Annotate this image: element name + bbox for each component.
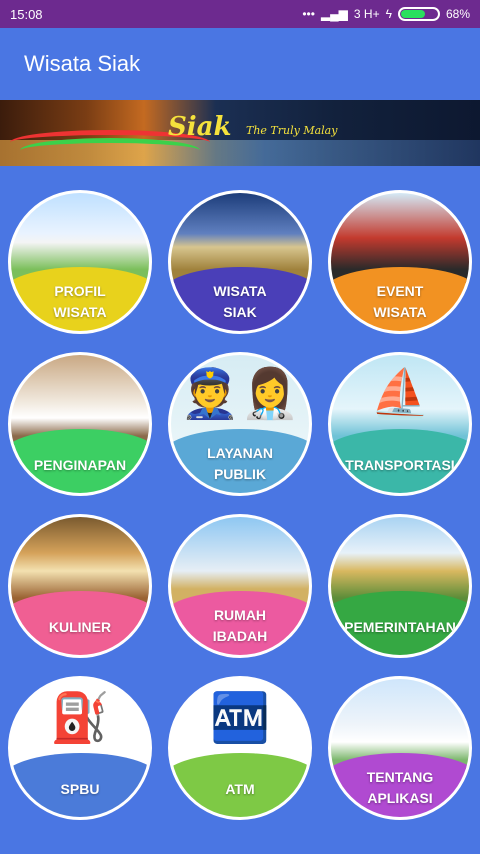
menu-tile-pemerintahan[interactable]: PEMERINTAHAN xyxy=(328,514,472,658)
officers-icon: 👮👩‍⚕️ xyxy=(180,368,300,421)
tile-label-line2: PUBLIK xyxy=(213,466,267,482)
tile-label-line1: KULINER xyxy=(48,619,112,635)
tile-label-line1: LAYANAN xyxy=(207,445,273,461)
charging-icon: ϟ xyxy=(385,7,392,21)
menu-tile-wisata-siak[interactable]: WISATA SIAK xyxy=(168,190,312,334)
notification-dots-icon: ••• xyxy=(302,7,315,21)
tile-label-line1: TENTANG xyxy=(366,769,434,785)
tile-label-line1: SPBU xyxy=(60,781,100,797)
app-bar: Wisata Siak xyxy=(0,28,480,100)
header-banner: Siak The Truly Malay xyxy=(0,100,480,166)
menu-tile-transportasi[interactable]: ⛵ TRANSPORTASI xyxy=(328,352,472,496)
tile-label-line1: EVENT xyxy=(376,283,424,299)
tile-label-line1: PROFIL xyxy=(54,283,106,299)
menu-tile-rumah-ibadah[interactable]: RUMAH IBADAH xyxy=(168,514,312,658)
status-bar: 15:08 ••• ▂▄▆ 3 H+ ϟ 68% xyxy=(0,0,480,28)
tile-label: PROFIL WISATA xyxy=(11,281,149,323)
atm-icon: 🏧 xyxy=(210,692,270,745)
tile-label: PEMERINTAHAN xyxy=(331,617,469,638)
menu-tile-spbu[interactable]: ⛽ SPBU xyxy=(8,676,152,820)
tile-label-line1: RUMAH xyxy=(213,607,267,623)
menu-tile-event-wisata[interactable]: EVENT WISATA xyxy=(328,190,472,334)
tile-label-line1: PENGINAPAN xyxy=(33,457,127,473)
tile-label-line1: PEMERINTAHAN xyxy=(344,619,456,635)
app-title: Wisata Siak xyxy=(24,51,141,76)
network-type: 3 H+ xyxy=(353,7,380,21)
menu-tile-kuliner[interactable]: KULINER xyxy=(8,514,152,658)
banner-tagline: The Truly Malay xyxy=(246,124,338,137)
tile-label: ATM xyxy=(171,779,309,800)
tile-label: KULINER xyxy=(11,617,149,638)
tile-label: EVENT WISATA xyxy=(331,281,469,323)
tile-label-line2: WISATA xyxy=(53,304,107,320)
menu-tile-tentang-aplikasi[interactable]: TENTANG APLIKASI xyxy=(328,676,472,820)
tile-label: PENGINAPAN xyxy=(11,455,149,476)
tile-label-line2: APLIKASI xyxy=(367,790,433,806)
status-indicators: ••• ▂▄▆ 3 H+ ϟ 68% xyxy=(302,7,470,21)
menu-tile-penginapan[interactable]: PENGINAPAN xyxy=(8,352,152,496)
tile-label: SPBU xyxy=(11,779,149,800)
tile-label: TENTANG APLIKASI xyxy=(331,767,469,809)
tile-label-line1: ATM xyxy=(225,781,255,797)
battery-icon xyxy=(397,7,440,21)
battery-percent: 68% xyxy=(445,7,470,21)
tile-label-line1: WISATA xyxy=(213,283,267,299)
tile-label: TRANSPORTASI xyxy=(331,455,469,476)
signal-bars-icon: ▂▄▆ xyxy=(320,7,348,21)
tile-label: LAYANAN PUBLIK xyxy=(171,443,309,485)
tile-label: WISATA SIAK xyxy=(171,281,309,323)
menu-tile-atm[interactable]: 🏧 ATM xyxy=(168,676,312,820)
status-time: 15:08 xyxy=(10,6,43,22)
banner-logo-text: Siak xyxy=(168,112,232,142)
fuel-icon: ⛽ xyxy=(50,692,110,745)
tile-label-line1: TRANSPORTASI xyxy=(345,457,455,473)
menu-tile-layanan-publik[interactable]: 👮👩‍⚕️ LAYANAN PUBLIK xyxy=(168,352,312,496)
tile-label: RUMAH IBADAH xyxy=(171,605,309,647)
tile-label-line2: SIAK xyxy=(223,304,257,320)
ship-icon: ⛵ xyxy=(370,368,430,421)
tile-label-line2: IBADAH xyxy=(212,628,268,644)
tile-label-line2: WISATA xyxy=(373,304,427,320)
menu-tile-profil-wisata[interactable]: PROFIL WISATA xyxy=(8,190,152,334)
